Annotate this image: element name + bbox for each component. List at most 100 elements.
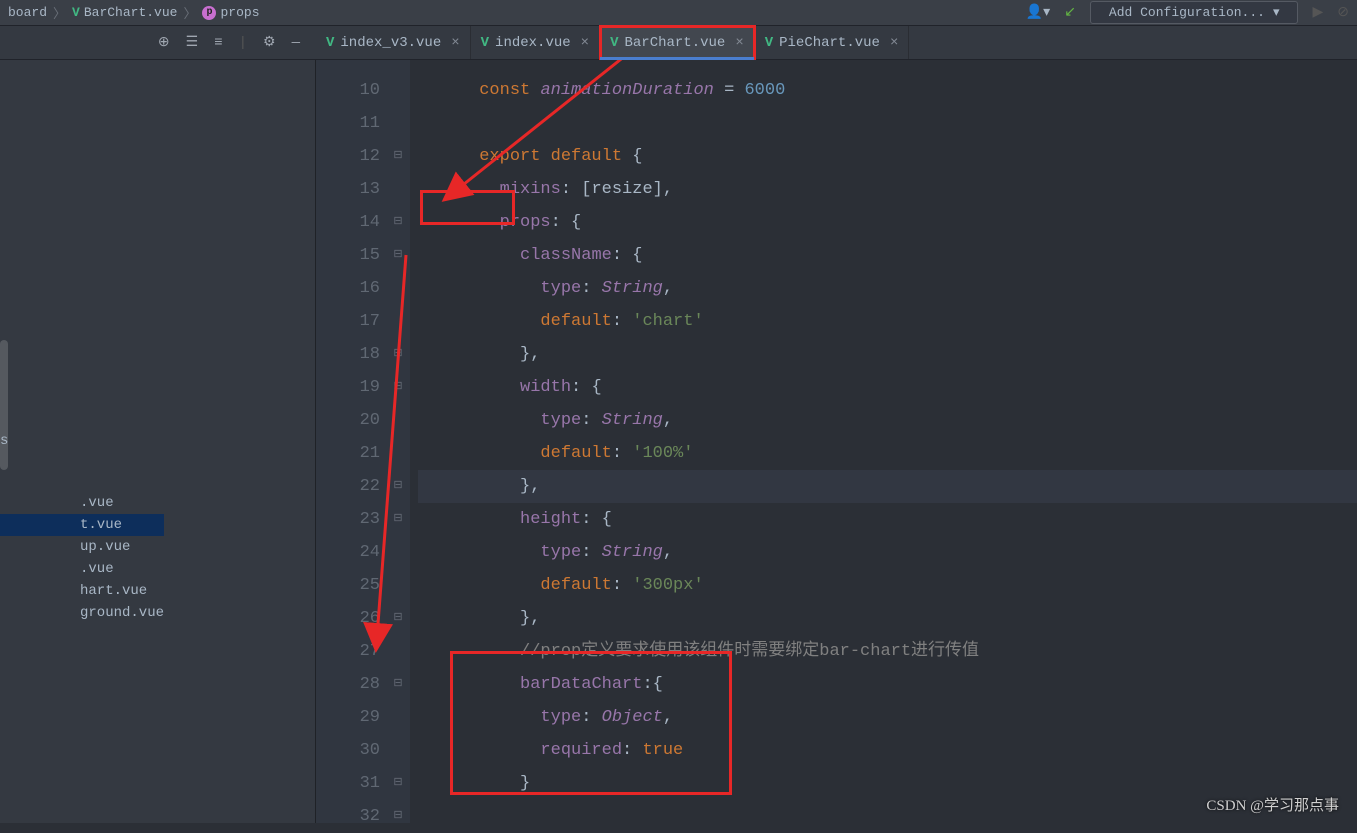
code-line[interactable]: default: '300px' bbox=[418, 569, 1357, 602]
tab-barchart[interactable]: V BarChart.vue × bbox=[600, 26, 755, 59]
code-line[interactable]: className: { bbox=[418, 239, 1357, 272]
line-number: 25 bbox=[316, 569, 380, 602]
fold-marker bbox=[386, 635, 410, 668]
code-line[interactable]: type: String, bbox=[418, 272, 1357, 305]
vue-icon: V bbox=[610, 35, 618, 51]
run-icon[interactable]: ▶ bbox=[1312, 4, 1323, 21]
code-line[interactable] bbox=[418, 107, 1357, 140]
fold-marker[interactable]: ⊟ bbox=[386, 371, 410, 404]
sidebar-file-list: s .vue t.vue up.vue .vue hart.vue ground… bbox=[0, 430, 164, 624]
code-editor[interactable]: 1011121314151617181920212223242526272829… bbox=[316, 60, 1357, 823]
fold-marker[interactable]: ⊟ bbox=[386, 239, 410, 272]
code-line[interactable]: mixins: [resize], bbox=[418, 173, 1357, 206]
fold-marker bbox=[386, 569, 410, 602]
line-number: 12 bbox=[316, 140, 380, 173]
add-configuration-button[interactable]: Add Configuration...▾ bbox=[1090, 1, 1299, 24]
line-number: 29 bbox=[316, 701, 380, 734]
fold-marker[interactable]: ⊟ bbox=[386, 206, 410, 239]
line-number: 17 bbox=[316, 305, 380, 338]
close-icon[interactable]: × bbox=[451, 35, 459, 51]
code-line[interactable]: props: { bbox=[418, 206, 1357, 239]
line-number: 11 bbox=[316, 107, 380, 140]
debug-icon[interactable]: ⊘ bbox=[1337, 4, 1349, 21]
list-item[interactable]: s bbox=[0, 430, 164, 452]
fold-marker[interactable]: ⊟ bbox=[386, 602, 410, 635]
close-icon[interactable]: × bbox=[735, 35, 743, 51]
code-line[interactable]: const animationDuration = 6000 bbox=[418, 74, 1357, 107]
breadcrumb-item[interactable]: board bbox=[8, 5, 47, 20]
code-line[interactable]: default: 'chart' bbox=[418, 305, 1357, 338]
locate-icon[interactable]: ⊕ bbox=[158, 34, 170, 51]
tabs: V index_v3.vue × V index.vue × V BarChar… bbox=[316, 26, 909, 59]
tab-label: PieChart.vue bbox=[779, 35, 880, 51]
project-sidebar[interactable]: s .vue t.vue up.vue .vue hart.vue ground… bbox=[0, 60, 316, 823]
close-icon[interactable]: × bbox=[581, 35, 589, 51]
fold-marker[interactable]: ⊟ bbox=[386, 338, 410, 371]
code-line[interactable]: type: String, bbox=[418, 404, 1357, 437]
project-tool-buttons: ⊕ ☰ ≡ | ⚙ — bbox=[0, 34, 316, 51]
collapse-icon[interactable]: ≡ bbox=[214, 35, 222, 51]
code-line[interactable]: width: { bbox=[418, 371, 1357, 404]
line-number: 22 bbox=[316, 470, 380, 503]
code-line[interactable]: //prop定义要求使用该组件时需要绑定bar-chart进行传值 bbox=[418, 635, 1357, 668]
code-line[interactable]: type: String, bbox=[418, 536, 1357, 569]
watermark: CSDN @学习那点事 bbox=[1206, 794, 1339, 815]
list-item[interactable]: ground.vue bbox=[0, 602, 164, 624]
fold-marker[interactable]: ⊟ bbox=[386, 668, 410, 701]
line-number: 23 bbox=[316, 503, 380, 536]
editor-tab-bar: ⊕ ☰ ≡ | ⚙ — V index_v3.vue × V index.vue… bbox=[0, 26, 1357, 60]
close-icon[interactable]: × bbox=[890, 35, 898, 51]
fold-gutter: ⊟⊟⊟⊟⊟⊟⊟⊟⊟⊟⊟ bbox=[386, 60, 410, 823]
toolbar-right: 👤▾ ↙ Add Configuration...▾ ▶ ⊘ bbox=[1026, 1, 1349, 24]
fold-marker bbox=[386, 272, 410, 305]
code-line[interactable]: required: true bbox=[418, 734, 1357, 767]
code-line[interactable]: export default { bbox=[418, 140, 1357, 173]
list-item[interactable]: .vue bbox=[0, 558, 164, 580]
list-item[interactable]: up.vue bbox=[0, 536, 164, 558]
breadcrumb-item[interactable]: V BarChart.vue bbox=[72, 5, 177, 20]
fold-marker bbox=[386, 305, 410, 338]
line-number: 20 bbox=[316, 404, 380, 437]
minimize-icon[interactable]: — bbox=[292, 35, 300, 51]
chevron-right-icon: 〉 bbox=[183, 3, 196, 22]
line-number: 24 bbox=[316, 536, 380, 569]
fold-marker[interactable]: ⊟ bbox=[386, 767, 410, 800]
code-line[interactable]: default: '100%' bbox=[418, 437, 1357, 470]
line-number: 18 bbox=[316, 338, 380, 371]
fold-marker[interactable]: ⊟ bbox=[386, 140, 410, 173]
breadcrumb-item[interactable]: p props bbox=[202, 5, 259, 20]
list-item[interactable]: .vue bbox=[0, 492, 164, 514]
tab-piechart[interactable]: V PieChart.vue × bbox=[755, 26, 910, 59]
code-line[interactable]: type: Object, bbox=[418, 701, 1357, 734]
property-icon: p bbox=[202, 6, 216, 20]
tab-index[interactable]: V index.vue × bbox=[471, 26, 600, 59]
fold-marker bbox=[386, 536, 410, 569]
code-line[interactable]: height: { bbox=[418, 503, 1357, 536]
expand-icon[interactable]: ☰ bbox=[186, 34, 199, 51]
line-number: 27 bbox=[316, 635, 380, 668]
line-number: 15 bbox=[316, 239, 380, 272]
sync-icon[interactable]: ↙ bbox=[1064, 4, 1076, 21]
vue-icon: V bbox=[765, 35, 773, 51]
gear-icon[interactable]: ⚙ bbox=[263, 34, 276, 51]
user-icon[interactable]: 👤▾ bbox=[1026, 4, 1050, 21]
fold-marker[interactable]: ⊟ bbox=[386, 800, 410, 833]
tab-label: index_v3.vue bbox=[340, 35, 441, 51]
line-number: 21 bbox=[316, 437, 380, 470]
code-area[interactable]: const animationDuration = 6000 export de… bbox=[410, 60, 1357, 823]
code-line[interactable]: }, bbox=[418, 338, 1357, 371]
list-item[interactable]: hart.vue bbox=[0, 580, 164, 602]
fold-marker[interactable]: ⊟ bbox=[386, 470, 410, 503]
fold-marker bbox=[386, 734, 410, 767]
line-number: 26 bbox=[316, 602, 380, 635]
list-item[interactable]: t.vue bbox=[0, 514, 164, 536]
fold-marker[interactable]: ⊟ bbox=[386, 503, 410, 536]
tab-index-v3[interactable]: V index_v3.vue × bbox=[316, 26, 471, 59]
code-line[interactable]: barDataChart:{ bbox=[418, 668, 1357, 701]
vue-icon: V bbox=[72, 5, 80, 20]
line-number: 30 bbox=[316, 734, 380, 767]
code-line[interactable]: }, bbox=[418, 470, 1357, 503]
line-number: 19 bbox=[316, 371, 380, 404]
line-number: 31 bbox=[316, 767, 380, 800]
code-line[interactable]: }, bbox=[418, 602, 1357, 635]
